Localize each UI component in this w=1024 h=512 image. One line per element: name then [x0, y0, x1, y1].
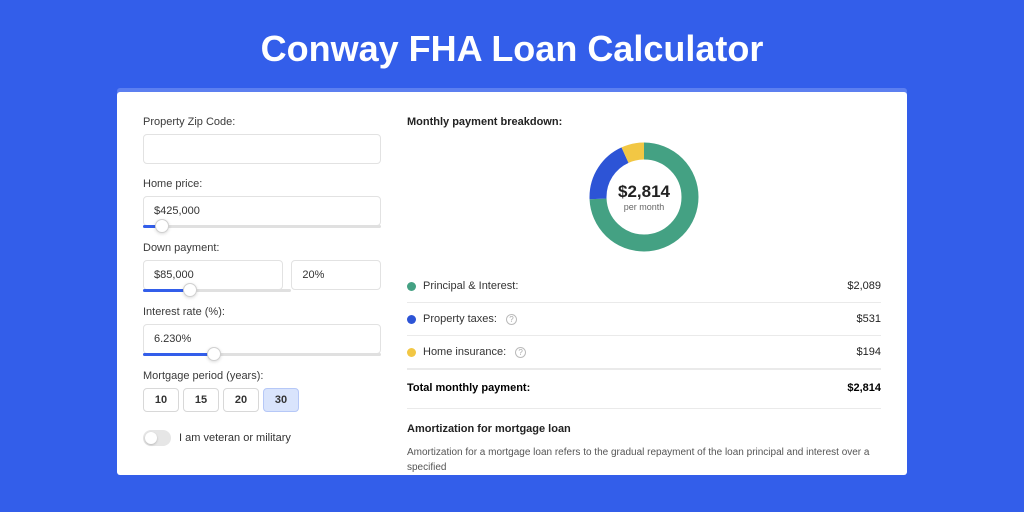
amortization-text: Amortization for a mortgage loan refers …: [407, 445, 881, 475]
zip-label: Property Zip Code:: [143, 116, 381, 128]
interest-input[interactable]: [143, 324, 381, 354]
page-title: Conway FHA Loan Calculator: [0, 0, 1024, 92]
donut-chart: $2,814 per month: [585, 138, 703, 256]
zip-field-group: Property Zip Code:: [143, 116, 381, 164]
donut-center: $2,814 per month: [585, 138, 703, 256]
period-btn-15[interactable]: 15: [183, 388, 219, 412]
interest-field-group: Interest rate (%):: [143, 306, 381, 356]
donut-amount: $2,814: [618, 182, 670, 202]
period-buttons: 10 15 20 30: [143, 388, 381, 412]
legend-dot-principal: [407, 282, 416, 291]
home-price-slider[interactable]: [143, 225, 381, 228]
total-value: $2,814: [847, 382, 881, 394]
insurance-label: Home insurance:: [423, 346, 506, 358]
period-label: Mortgage period (years):: [143, 370, 381, 382]
breakdown-title: Monthly payment breakdown:: [407, 116, 881, 128]
info-icon[interactable]: ?: [515, 347, 526, 358]
down-payment-pct-input[interactable]: [291, 260, 381, 290]
veteran-toggle-row: I am veteran or military: [143, 430, 381, 446]
down-payment-slider[interactable]: [143, 289, 291, 292]
slider-thumb[interactable]: [207, 347, 221, 361]
breakdown-row-principal: Principal & Interest: $2,089: [407, 270, 881, 303]
principal-value: $2,089: [847, 280, 881, 292]
legend-dot-taxes: [407, 315, 416, 324]
down-payment-label: Down payment:: [143, 242, 381, 254]
period-btn-20[interactable]: 20: [223, 388, 259, 412]
breakdown-column: Monthly payment breakdown: $2,814 per mo…: [407, 116, 881, 475]
home-price-field-group: Home price:: [143, 178, 381, 228]
form-column: Property Zip Code: Home price: Down paym…: [143, 116, 381, 475]
amortization-section: Amortization for mortgage loan Amortizat…: [407, 408, 881, 475]
calculator-card: Property Zip Code: Home price: Down paym…: [117, 92, 907, 475]
donut-chart-wrap: $2,814 per month: [407, 138, 881, 256]
taxes-value: $531: [857, 313, 881, 325]
veteran-label: I am veteran or military: [179, 432, 291, 444]
breakdown-row-total: Total monthly payment: $2,814: [407, 369, 881, 408]
interest-label: Interest rate (%):: [143, 306, 381, 318]
breakdown-row-taxes: Property taxes: ? $531: [407, 303, 881, 336]
home-price-input[interactable]: [143, 196, 381, 226]
period-field-group: Mortgage period (years): 10 15 20 30: [143, 370, 381, 412]
period-btn-30[interactable]: 30: [263, 388, 299, 412]
slider-fill: [143, 353, 214, 356]
period-btn-10[interactable]: 10: [143, 388, 179, 412]
down-payment-input[interactable]: [143, 260, 283, 290]
slider-thumb[interactable]: [155, 219, 169, 233]
breakdown-row-insurance: Home insurance: ? $194: [407, 336, 881, 369]
veteran-toggle[interactable]: [143, 430, 171, 446]
taxes-label: Property taxes:: [423, 313, 497, 325]
slider-thumb[interactable]: [183, 283, 197, 297]
info-icon[interactable]: ?: [506, 314, 517, 325]
legend-dot-insurance: [407, 348, 416, 357]
insurance-value: $194: [857, 346, 881, 358]
donut-sub: per month: [624, 202, 665, 212]
down-payment-field-group: Down payment:: [143, 242, 381, 292]
interest-slider[interactable]: [143, 353, 381, 356]
principal-label: Principal & Interest:: [423, 280, 518, 292]
total-label: Total monthly payment:: [407, 382, 530, 394]
home-price-label: Home price:: [143, 178, 381, 190]
zip-input[interactable]: [143, 134, 381, 164]
amortization-title: Amortization for mortgage loan: [407, 423, 881, 435]
